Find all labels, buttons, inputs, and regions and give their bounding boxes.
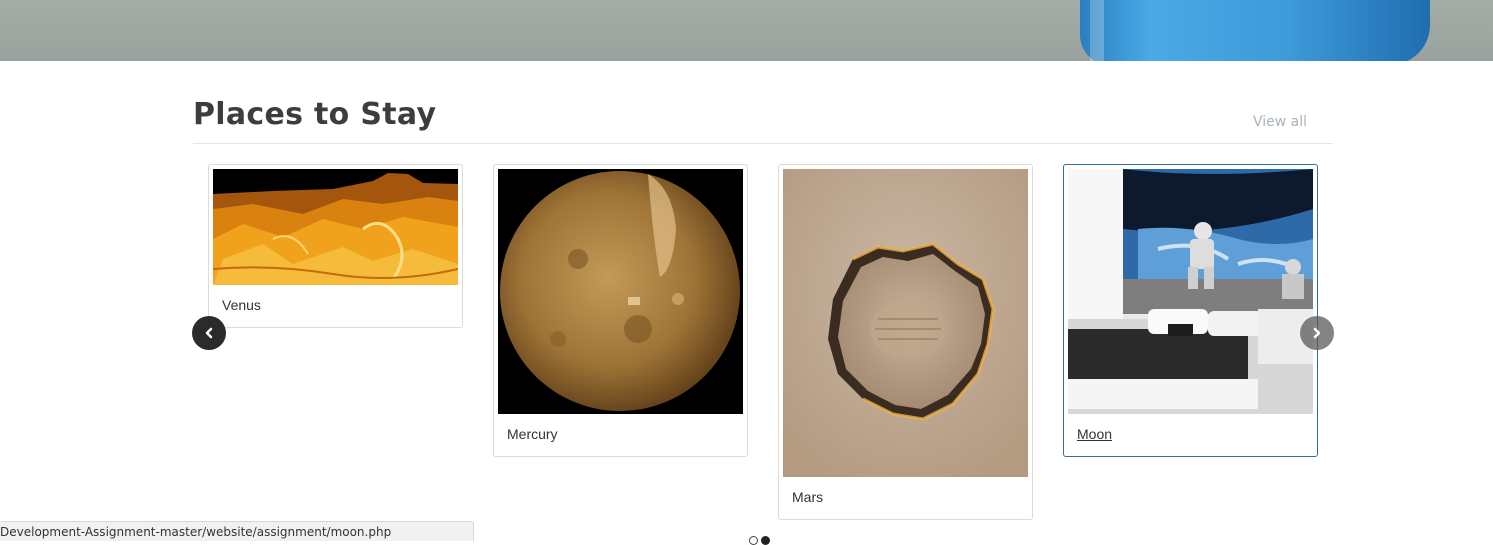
place-card-label[interactable]: Moon xyxy=(1077,426,1112,442)
mug-highlight xyxy=(1090,0,1104,61)
place-card-mercury[interactable]: Mercury xyxy=(493,164,748,457)
title-divider xyxy=(193,143,1333,144)
carousel-next-button[interactable] xyxy=(1300,316,1334,350)
hero-banner-image xyxy=(0,0,1493,61)
place-card-label[interactable]: Mars xyxy=(792,489,823,505)
mars-crater-image[interactable] xyxy=(783,169,1028,477)
venus-surface-image[interactable] xyxy=(213,169,458,285)
chevron-right-icon xyxy=(1313,327,1321,339)
section-title: Places to Stay xyxy=(193,97,437,132)
blue-mug-shape xyxy=(1080,0,1430,61)
carousel-prev-button[interactable] xyxy=(192,316,226,350)
mercury-planet-image[interactable] xyxy=(498,169,743,414)
place-card-moon[interactable]: Moon xyxy=(1063,164,1318,457)
view-all-link[interactable]: View all xyxy=(1253,114,1307,130)
status-url: Development-Assignment-master/website/as… xyxy=(0,525,392,539)
moon-bedroom-astronaut-image[interactable] xyxy=(1068,169,1313,414)
place-card-label[interactable]: Venus xyxy=(222,297,261,313)
browser-status-bar: Development-Assignment-master/website/as… xyxy=(0,521,474,541)
place-card-venus[interactable]: Venus xyxy=(208,164,463,328)
chevron-left-icon xyxy=(205,327,213,339)
place-card-label[interactable]: Mercury xyxy=(507,426,558,442)
place-card-mars[interactable]: Mars xyxy=(778,164,1033,520)
